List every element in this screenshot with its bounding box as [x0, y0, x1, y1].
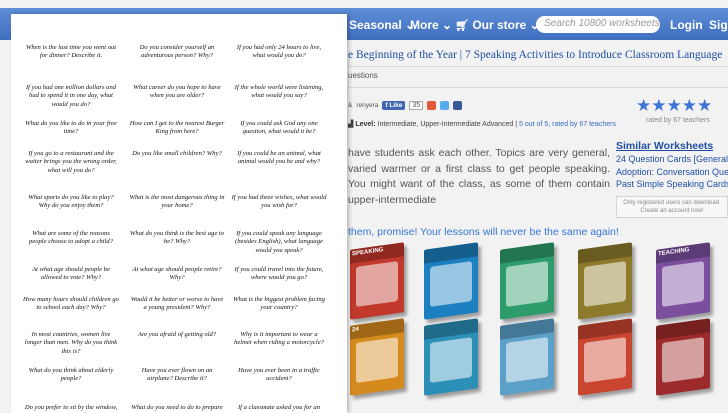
question-card: What is the biggest problem facing your …	[233, 296, 325, 312]
similar-item[interactable]: Past Simple Speaking Cards ...	[616, 178, 728, 191]
question-card: How many hours should children go to sch…	[23, 296, 119, 312]
question-card: At what age should people be allowed to …	[32, 266, 110, 282]
book-thumbnail[interactable]	[424, 242, 478, 320]
facebook-like-button[interactable]: f Like	[382, 100, 406, 110]
question-card: If a classmate asked you for an answer t…	[237, 404, 321, 413]
divider	[348, 87, 728, 88]
divider	[348, 66, 728, 67]
nav-seasonal[interactable]: Seasonal ⌄	[349, 18, 415, 32]
question-card: Do you prefer to sit by the window, cent…	[24, 404, 118, 413]
author-link[interactable]: renyera	[356, 102, 378, 109]
question-card: Are you afraid of getting old?	[137, 331, 217, 338]
question-card: If you had only 24 hours to live, what w…	[236, 44, 322, 60]
book-cover-image	[662, 261, 704, 307]
question-card: In most countries, women live longer tha…	[24, 331, 118, 355]
question-card: What do you think is the best age to be?…	[129, 230, 225, 246]
question-card: What sports do you like to play? Why do …	[28, 194, 114, 210]
chevron-down-icon: ⌄	[442, 18, 453, 32]
share-icon[interactable]	[427, 100, 437, 110]
user-icon: &	[348, 101, 353, 109]
question-card: If you had three wishes, what would you …	[231, 194, 327, 210]
book-cover-image	[356, 261, 398, 307]
question-card: When is the last time you went out for d…	[25, 44, 117, 60]
book-thumbnail[interactable]: SPEAKING	[350, 242, 404, 320]
question-card: What are some of the reasons people choo…	[28, 230, 114, 246]
level-row: ▟ Level: Intermediate, Upper-Intermediat…	[348, 121, 616, 128]
rated-by-text: rated by 67 teachers	[646, 117, 710, 124]
book-cover-image	[506, 261, 548, 307]
similar-item[interactable]: 24 Question Cards [General ...	[616, 153, 728, 166]
level-value: Intermediate, Upper-Intermediate Advance…	[377, 121, 514, 128]
question-card: What is the most dangerous thing in your…	[129, 194, 225, 210]
question-card: Why is it important to wear a helmet whe…	[234, 331, 324, 347]
worksheet-preview: When is the last time you went out for d…	[11, 14, 347, 413]
registration-note[interactable]: Only registered users can download. Crea…	[616, 196, 728, 218]
facebook-icon[interactable]	[453, 100, 463, 110]
similar-worksheets-heading[interactable]: Similar Worksheets	[616, 140, 713, 152]
question-card: If you go to a restaurant and the waiter…	[25, 150, 117, 174]
nav-our-store[interactable]: 🛒︎ Our store ⌄	[455, 18, 540, 32]
question-card: If you could travel into the future, whe…	[234, 266, 324, 282]
question-card: How can I get to the nearest Burger King…	[129, 120, 225, 136]
book-cover-image	[584, 337, 626, 383]
book-thumbnail[interactable]	[424, 318, 478, 396]
promo-banner: them, promise! Your lessons will never b…	[348, 226, 619, 238]
question-card: Would it be better or worse to have a yo…	[130, 296, 224, 312]
sub-breadcrumb[interactable]: uestions	[348, 71, 378, 80]
search-input[interactable]: Search 10800 worksheets	[536, 16, 660, 33]
login-link[interactable]: Login	[670, 18, 703, 32]
book-cover-image	[430, 261, 472, 307]
book-cover-image	[430, 337, 472, 383]
book-thumbnail[interactable]	[578, 318, 632, 396]
book-thumbnail[interactable]: 24	[350, 318, 404, 396]
rating-link[interactable]: 5 out of 5, rated by 67 teachers	[519, 121, 616, 128]
question-card: Have you ever been in a traffic accident…	[238, 367, 320, 383]
question-card: If you could speak any language (besides…	[235, 230, 323, 254]
rating-stars[interactable]: ★★★★★	[636, 96, 712, 116]
book-thumbnail[interactable]	[500, 242, 554, 320]
twitter-icon[interactable]	[440, 100, 450, 110]
book-thumbnail[interactable]	[578, 242, 632, 320]
similar-item[interactable]: Adoption: Conversation Que ...	[616, 166, 728, 179]
question-card: What do you think about elderly people?	[28, 367, 114, 383]
question-card: What do you need to do to prepare to go …	[131, 404, 223, 413]
nav-more[interactable]: More ⌄	[410, 18, 452, 32]
question-card: If you could be an animal, what animal w…	[237, 150, 321, 166]
book-cover-image	[356, 337, 398, 383]
book-cover-image	[662, 337, 704, 383]
book-thumbnail[interactable]	[656, 318, 710, 396]
similar-worksheets-list: 24 Question Cards [General ... Adoption:…	[616, 153, 728, 191]
author-share-row: & renyera f Like 35	[348, 99, 463, 111]
question-card: If you had one million dollars and had t…	[25, 84, 117, 108]
question-card: What do you like to do in your free time…	[25, 120, 117, 136]
like-count: 35	[409, 100, 424, 110]
book-thumbnail[interactable]	[500, 318, 554, 396]
question-card: Have you ever flown on an airplane? Desc…	[141, 367, 213, 383]
question-card: Do you like small children? Why?	[132, 150, 222, 157]
description-paragraph: have students ask each other. Topics are…	[348, 147, 610, 206]
book-cover-image	[506, 337, 548, 383]
question-card: Do you consider yourself an adventurous …	[139, 44, 215, 60]
signup-link[interactable]: Sign	[709, 18, 728, 32]
book-cover-image	[584, 261, 626, 307]
cart-icon: 🛒︎	[455, 20, 469, 32]
question-card: If you could ask God any one question, w…	[240, 120, 318, 136]
question-card: If the whole world were listening, what …	[234, 84, 324, 100]
book-thumbnail[interactable]: TEACHING	[656, 242, 710, 320]
question-card: At what age should people retire? Why?	[132, 266, 222, 282]
question-card: What career do you hope to have when you…	[133, 84, 221, 100]
breadcrumb[interactable]: e Beginning of the Year | 7 Speaking Act…	[348, 49, 722, 61]
